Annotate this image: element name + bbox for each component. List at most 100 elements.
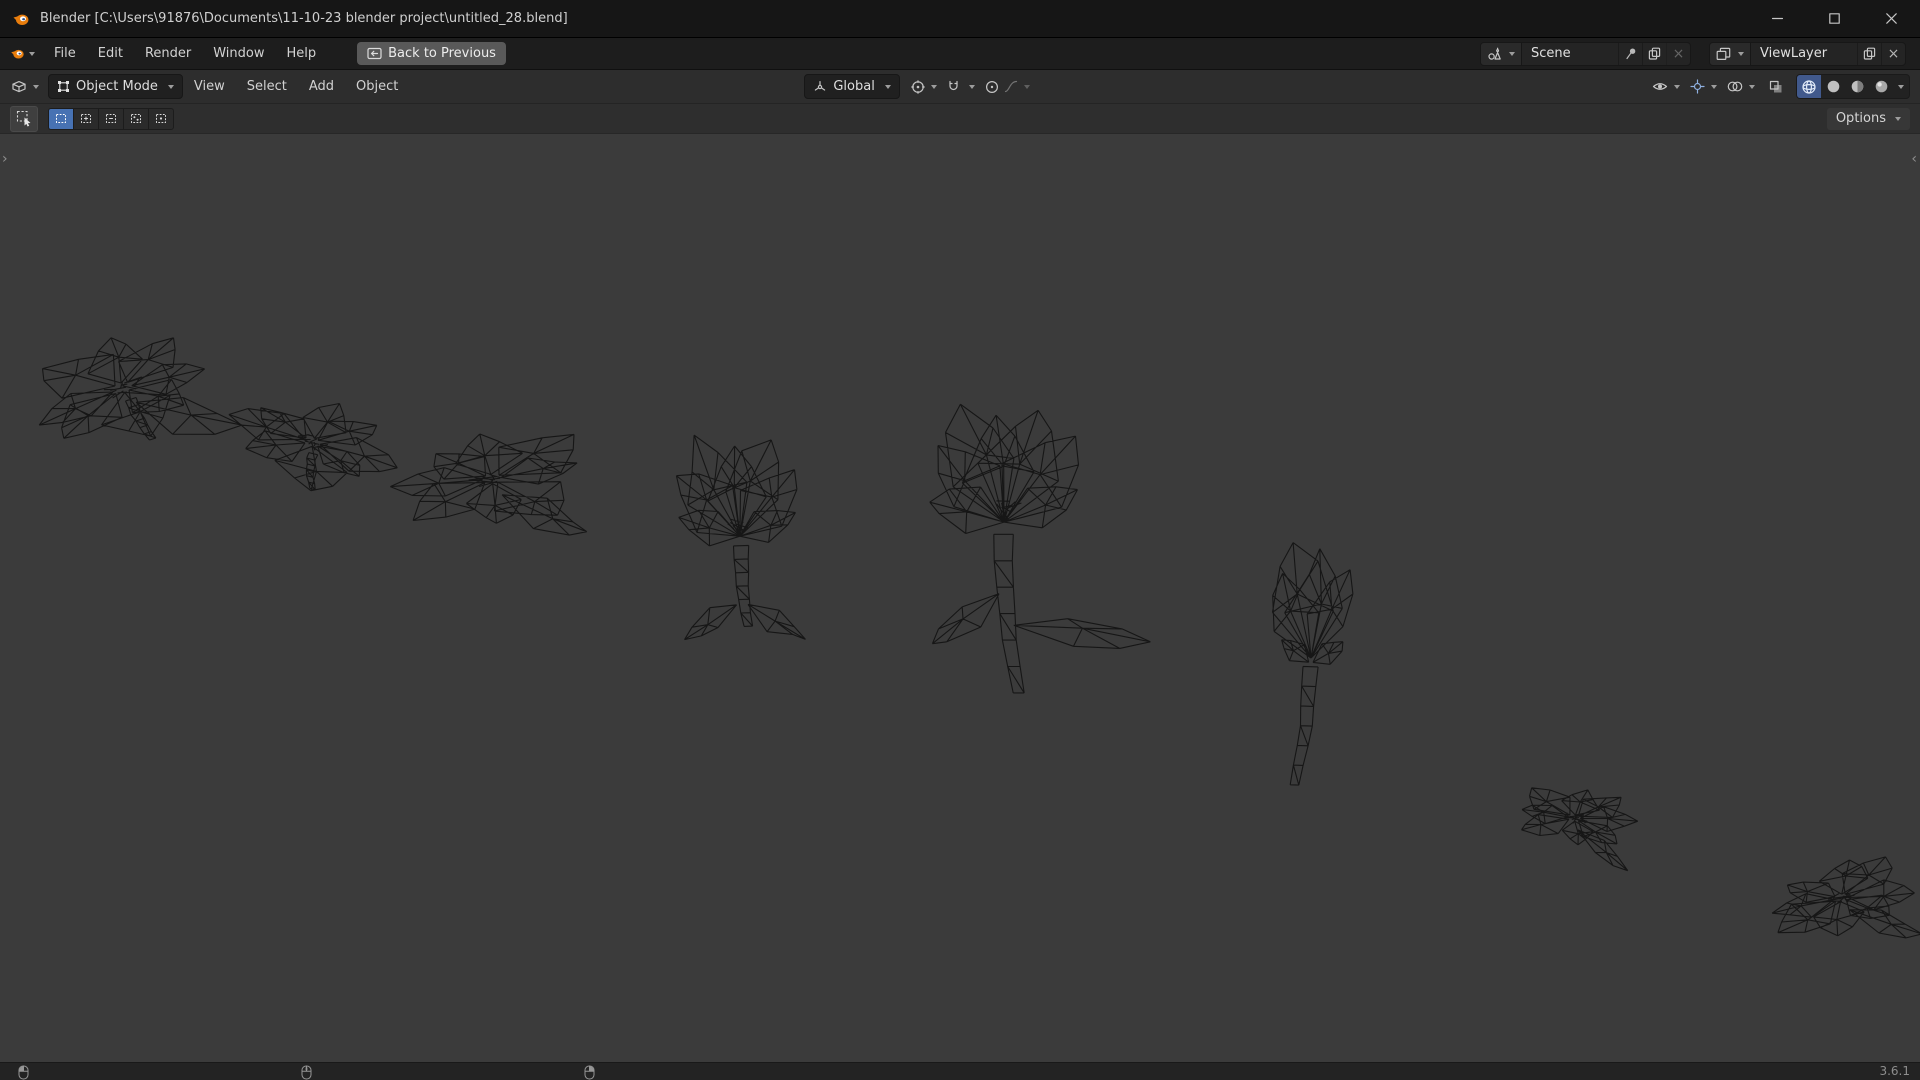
window-controls (1749, 0, 1920, 37)
wireframe-flower-8[interactable] (1771, 856, 1920, 939)
shading-mode-group (1796, 74, 1910, 99)
snap-settings-dropdown[interactable] (965, 74, 980, 100)
gizmos-dropdown[interactable] (1685, 74, 1722, 100)
close-button[interactable] (1863, 0, 1920, 37)
xray-toggle[interactable] (1764, 74, 1788, 100)
rendered-sphere-icon (1874, 79, 1889, 94)
scene-pin-button[interactable] (1618, 42, 1642, 65)
scene-name-field[interactable]: Scene (1522, 43, 1618, 65)
gizmo-icon (1690, 79, 1705, 94)
select-mode-set[interactable] (49, 108, 73, 129)
active-tool-tweak-button[interactable] (10, 105, 38, 132)
select-invert-icon (130, 113, 142, 124)
orientation-dropdown[interactable]: Global (804, 74, 900, 99)
status-bar: 3.6.1 (0, 1062, 1920, 1080)
chevron-down-icon (33, 84, 39, 89)
chevron-down-icon (29, 51, 35, 56)
eye-icon (1652, 80, 1668, 93)
select-extend-icon (80, 113, 92, 124)
select-mode-invert[interactable] (124, 108, 148, 129)
view-layer-name-field[interactable]: ViewLayer (1751, 43, 1857, 65)
overlays-icon (1727, 80, 1743, 93)
wireframe-flower-1[interactable] (38, 337, 243, 441)
view-layer-remove-button[interactable]: × (1881, 42, 1905, 65)
menu-view[interactable]: View (183, 70, 236, 103)
layers-icon (1716, 47, 1731, 61)
chevron-down-icon (968, 84, 975, 89)
snap-toggle[interactable] (942, 74, 965, 100)
topbar: File Edit Render Window Help Back to Pre… (0, 38, 1920, 70)
select-mode-group (48, 107, 174, 130)
options-dropdown[interactable]: Options (1826, 107, 1910, 130)
object-mode-icon (57, 80, 70, 93)
solid-sphere-icon (1826, 79, 1841, 94)
minimize-button[interactable] (1749, 0, 1806, 37)
menu-add[interactable]: Add (298, 70, 345, 103)
mouse-left-button-icon (18, 1065, 29, 1080)
wireframe-flower-4[interactable] (675, 434, 806, 641)
menu-object[interactable]: Object (345, 70, 409, 103)
xray-icon (1769, 80, 1783, 94)
pivot-point-icon (911, 79, 925, 94)
editor-type-button[interactable] (6, 74, 44, 100)
shading-solid-button[interactable] (1821, 75, 1845, 98)
shading-rendered-button[interactable] (1869, 75, 1893, 98)
window-title: Blender [C:\Users\91876\Documents\11-10-… (40, 11, 568, 26)
material-sphere-icon (1850, 79, 1865, 94)
select-mode-extend[interactable] (74, 108, 98, 129)
wireframe-sphere-icon (1801, 79, 1817, 95)
chevron-down-icon (1738, 51, 1744, 56)
shading-wireframe-button[interactable] (1797, 75, 1821, 98)
wireframe-flower-3[interactable] (390, 433, 588, 536)
proportional-falloff-dropdown[interactable] (1004, 74, 1035, 100)
view-layer-browse-button[interactable] (1710, 42, 1751, 65)
tweak-select-icon (16, 110, 33, 127)
wireframe-flower-2[interactable] (228, 402, 398, 492)
maximize-button[interactable] (1806, 0, 1863, 37)
object-visibility-dropdown[interactable] (1647, 74, 1685, 100)
menu-help[interactable]: Help (276, 38, 328, 69)
wireframe-flower-7[interactable] (1521, 787, 1639, 872)
scene-new-button[interactable] (1642, 42, 1666, 65)
menu-file[interactable]: File (43, 38, 87, 69)
shading-material-button[interactable] (1845, 75, 1869, 98)
viewport-3d-canvas[interactable] (0, 0, 1920, 1080)
pivot-point-dropdown[interactable] (906, 74, 942, 100)
select-mode-intersect[interactable] (149, 108, 173, 129)
wireframe-flower-6[interactable] (1271, 542, 1354, 786)
select-mode-subtract[interactable] (99, 108, 123, 129)
window-titlebar: Blender [C:\Users\91876\Documents\11-10-… (0, 0, 1920, 38)
menu-window[interactable]: Window (202, 38, 275, 69)
menu-render[interactable]: Render (134, 38, 202, 69)
magnet-icon (947, 80, 960, 94)
chevron-down-icon (1711, 84, 1717, 89)
chevron-down-icon (1509, 51, 1515, 56)
scene-browse-button[interactable] (1481, 42, 1522, 65)
viewport-editor-icon (11, 79, 27, 94)
remove-x-icon: × (1887, 45, 1900, 62)
chevron-down-icon (167, 84, 174, 89)
scene-selector: Scene × (1480, 41, 1691, 66)
view-layer-new-button[interactable] (1857, 42, 1881, 65)
chevron-down-icon (1749, 84, 1755, 89)
sidebar-expand-arrow[interactable]: ‹ (1911, 152, 1917, 166)
scene-unlink-button[interactable]: × (1666, 42, 1690, 65)
mode-dropdown[interactable]: Object Mode (48, 74, 183, 99)
back-to-previous-button[interactable]: Back to Previous (357, 42, 506, 65)
shading-settings-dropdown[interactable] (1893, 75, 1909, 98)
orientation-gizmo-icon (813, 80, 827, 94)
back-screen-icon (367, 47, 382, 60)
overlays-dropdown[interactable] (1722, 74, 1760, 100)
blender-version: 3.6.1 (1879, 1064, 1910, 1078)
menu-edit[interactable]: Edit (87, 38, 134, 69)
proportional-editing-toggle[interactable] (980, 74, 1004, 100)
wireframe-flower-5[interactable] (929, 403, 1151, 694)
menu-select[interactable]: Select (236, 70, 298, 103)
mouse-right-button-icon (584, 1065, 595, 1080)
select-subtract-icon (105, 113, 117, 124)
toolbar-expand-arrow[interactable]: › (2, 152, 8, 166)
falloff-curve-icon (1004, 80, 1018, 93)
duplicate-icon (1863, 47, 1876, 60)
app-menu-button[interactable] (0, 38, 43, 69)
duplicate-icon (1648, 47, 1661, 60)
